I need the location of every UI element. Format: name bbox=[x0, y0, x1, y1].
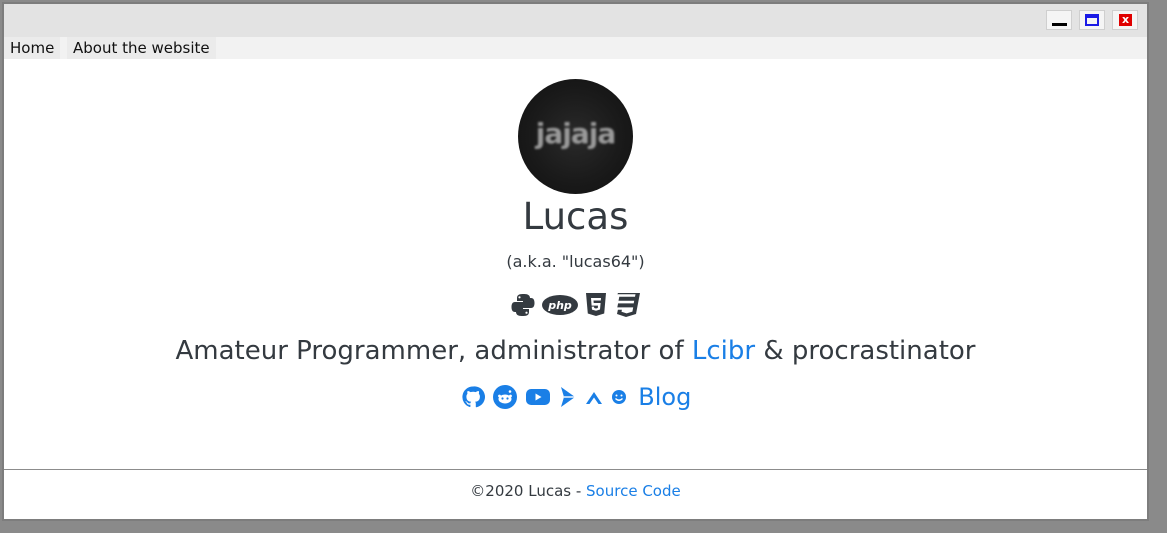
tagline: Amateur Programmer, administrator of Lci… bbox=[4, 336, 1147, 366]
tech-icons: php bbox=[4, 292, 1147, 320]
reddit-icon[interactable] bbox=[492, 384, 518, 410]
close-icon: x bbox=[1119, 14, 1132, 26]
profile-name: Lucas bbox=[522, 195, 629, 238]
svg-text:php: php bbox=[547, 299, 572, 312]
minimize-icon bbox=[1052, 23, 1067, 26]
maximize-button[interactable] bbox=[1079, 10, 1105, 30]
github-icon[interactable] bbox=[461, 385, 485, 409]
profile-aka: (a.k.a. "lucas64") bbox=[506, 252, 645, 271]
menu-about[interactable]: About the website bbox=[67, 37, 216, 59]
avatar-text: jajaja bbox=[535, 117, 616, 150]
browser-window: x Home About the website jajaja Lucas (a… bbox=[2, 2, 1149, 521]
menu-home[interactable]: Home bbox=[4, 37, 61, 59]
title-bar: x bbox=[4, 4, 1147, 37]
menu-bar: Home About the website bbox=[4, 37, 1147, 59]
main-content: jajaja Lucas (a.k.a. "lucas64") php Amat… bbox=[4, 59, 1147, 519]
smile-icon[interactable] bbox=[610, 387, 628, 407]
copyright-text: ©2020 Lucas - bbox=[470, 482, 587, 500]
maximize-icon bbox=[1085, 14, 1099, 26]
source-code-link[interactable]: Source Code bbox=[586, 482, 681, 500]
html5-icon bbox=[586, 293, 607, 316]
python-icon bbox=[511, 294, 535, 316]
footer-divider bbox=[4, 469, 1147, 470]
footer: ©2020 Lucas - Source Code bbox=[4, 482, 1147, 500]
youtube-icon[interactable] bbox=[525, 386, 551, 408]
avatar: jajaja bbox=[518, 79, 633, 194]
blog-link[interactable]: Blog bbox=[638, 383, 691, 411]
tagline-suffix: & procrastinator bbox=[755, 336, 976, 366]
tagline-prefix: Amateur Programmer, administrator of bbox=[175, 336, 692, 366]
php-icon: php bbox=[541, 295, 578, 315]
close-button[interactable]: x bbox=[1112, 10, 1138, 30]
lcibr-link[interactable]: Lcibr bbox=[692, 336, 755, 366]
css3-icon bbox=[617, 293, 641, 317]
social-links: Blog bbox=[4, 383, 1147, 413]
play-arrow-icon[interactable] bbox=[558, 385, 578, 409]
mountain-icon[interactable] bbox=[585, 387, 603, 407]
minimize-button[interactable] bbox=[1046, 10, 1072, 30]
